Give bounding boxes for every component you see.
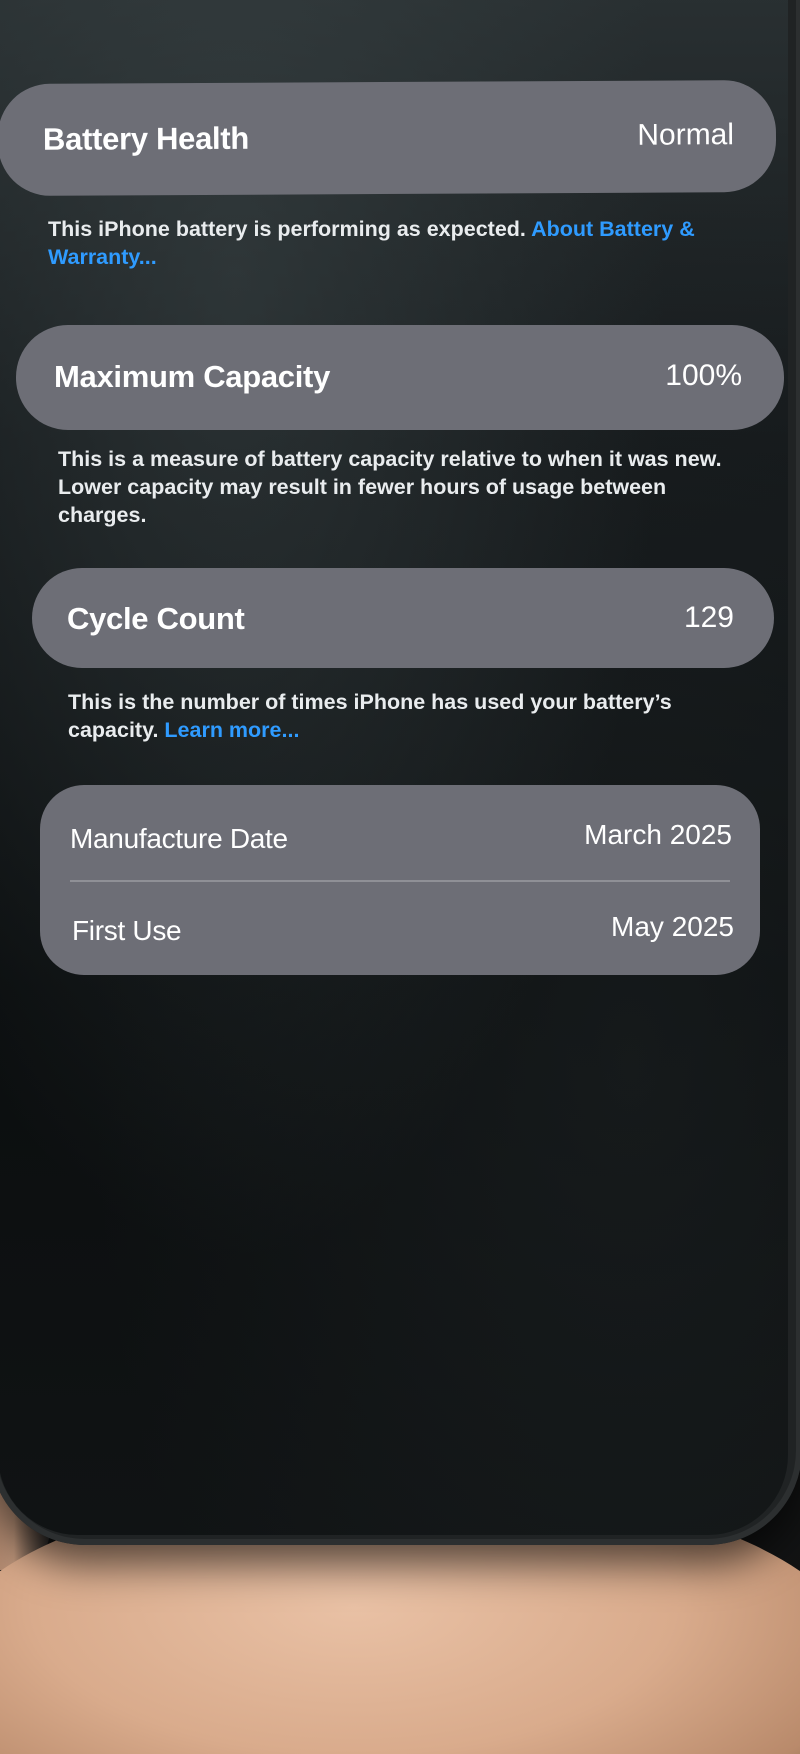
row-divider bbox=[70, 880, 730, 882]
battery-dates-group: Manufacture Date March 2025 First Use Ma… bbox=[40, 785, 760, 975]
maximum-capacity-value: 100% bbox=[665, 359, 742, 392]
maximum-capacity-footer: This is a measure of battery capacity re… bbox=[58, 447, 722, 527]
maximum-capacity-label: Maximum Capacity bbox=[54, 359, 331, 394]
manufacture-date-label: Manufacture Date bbox=[70, 823, 288, 854]
first-use-value: May 2025 bbox=[611, 911, 734, 942]
battery-health-row[interactable]: Battery Health Normal bbox=[0, 79, 777, 197]
learn-more-link[interactable]: Learn more... bbox=[164, 718, 299, 742]
cycle-count-row: Cycle Count 129 bbox=[32, 568, 774, 668]
battery-settings-screen: Battery Health Normal This iPhone batter… bbox=[0, 0, 788, 1535]
battery-health-value: Normal bbox=[637, 118, 735, 152]
cycle-count-footer-text: This is the number of times iPhone has u… bbox=[68, 690, 672, 742]
iphone-body: Battery Health Normal This iPhone batter… bbox=[0, 0, 800, 1545]
battery-health-footer: This iPhone battery is performing as exp… bbox=[48, 215, 768, 271]
maximum-capacity-row: Maximum Capacity 100% bbox=[16, 325, 784, 430]
first-use-label: First Use bbox=[72, 915, 182, 946]
photo-background: Battery Health Normal This iPhone batter… bbox=[0, 0, 800, 1754]
battery-health-label: Battery Health bbox=[42, 120, 250, 157]
cycle-count-footer: This is the number of times iPhone has u… bbox=[68, 688, 748, 744]
battery-health-footer-text: This iPhone battery is performing as exp… bbox=[48, 217, 532, 241]
cycle-count-value: 129 bbox=[683, 601, 734, 634]
cycle-count-label: Cycle Count bbox=[67, 601, 245, 636]
manufacture-date-value: March 2025 bbox=[584, 819, 732, 850]
